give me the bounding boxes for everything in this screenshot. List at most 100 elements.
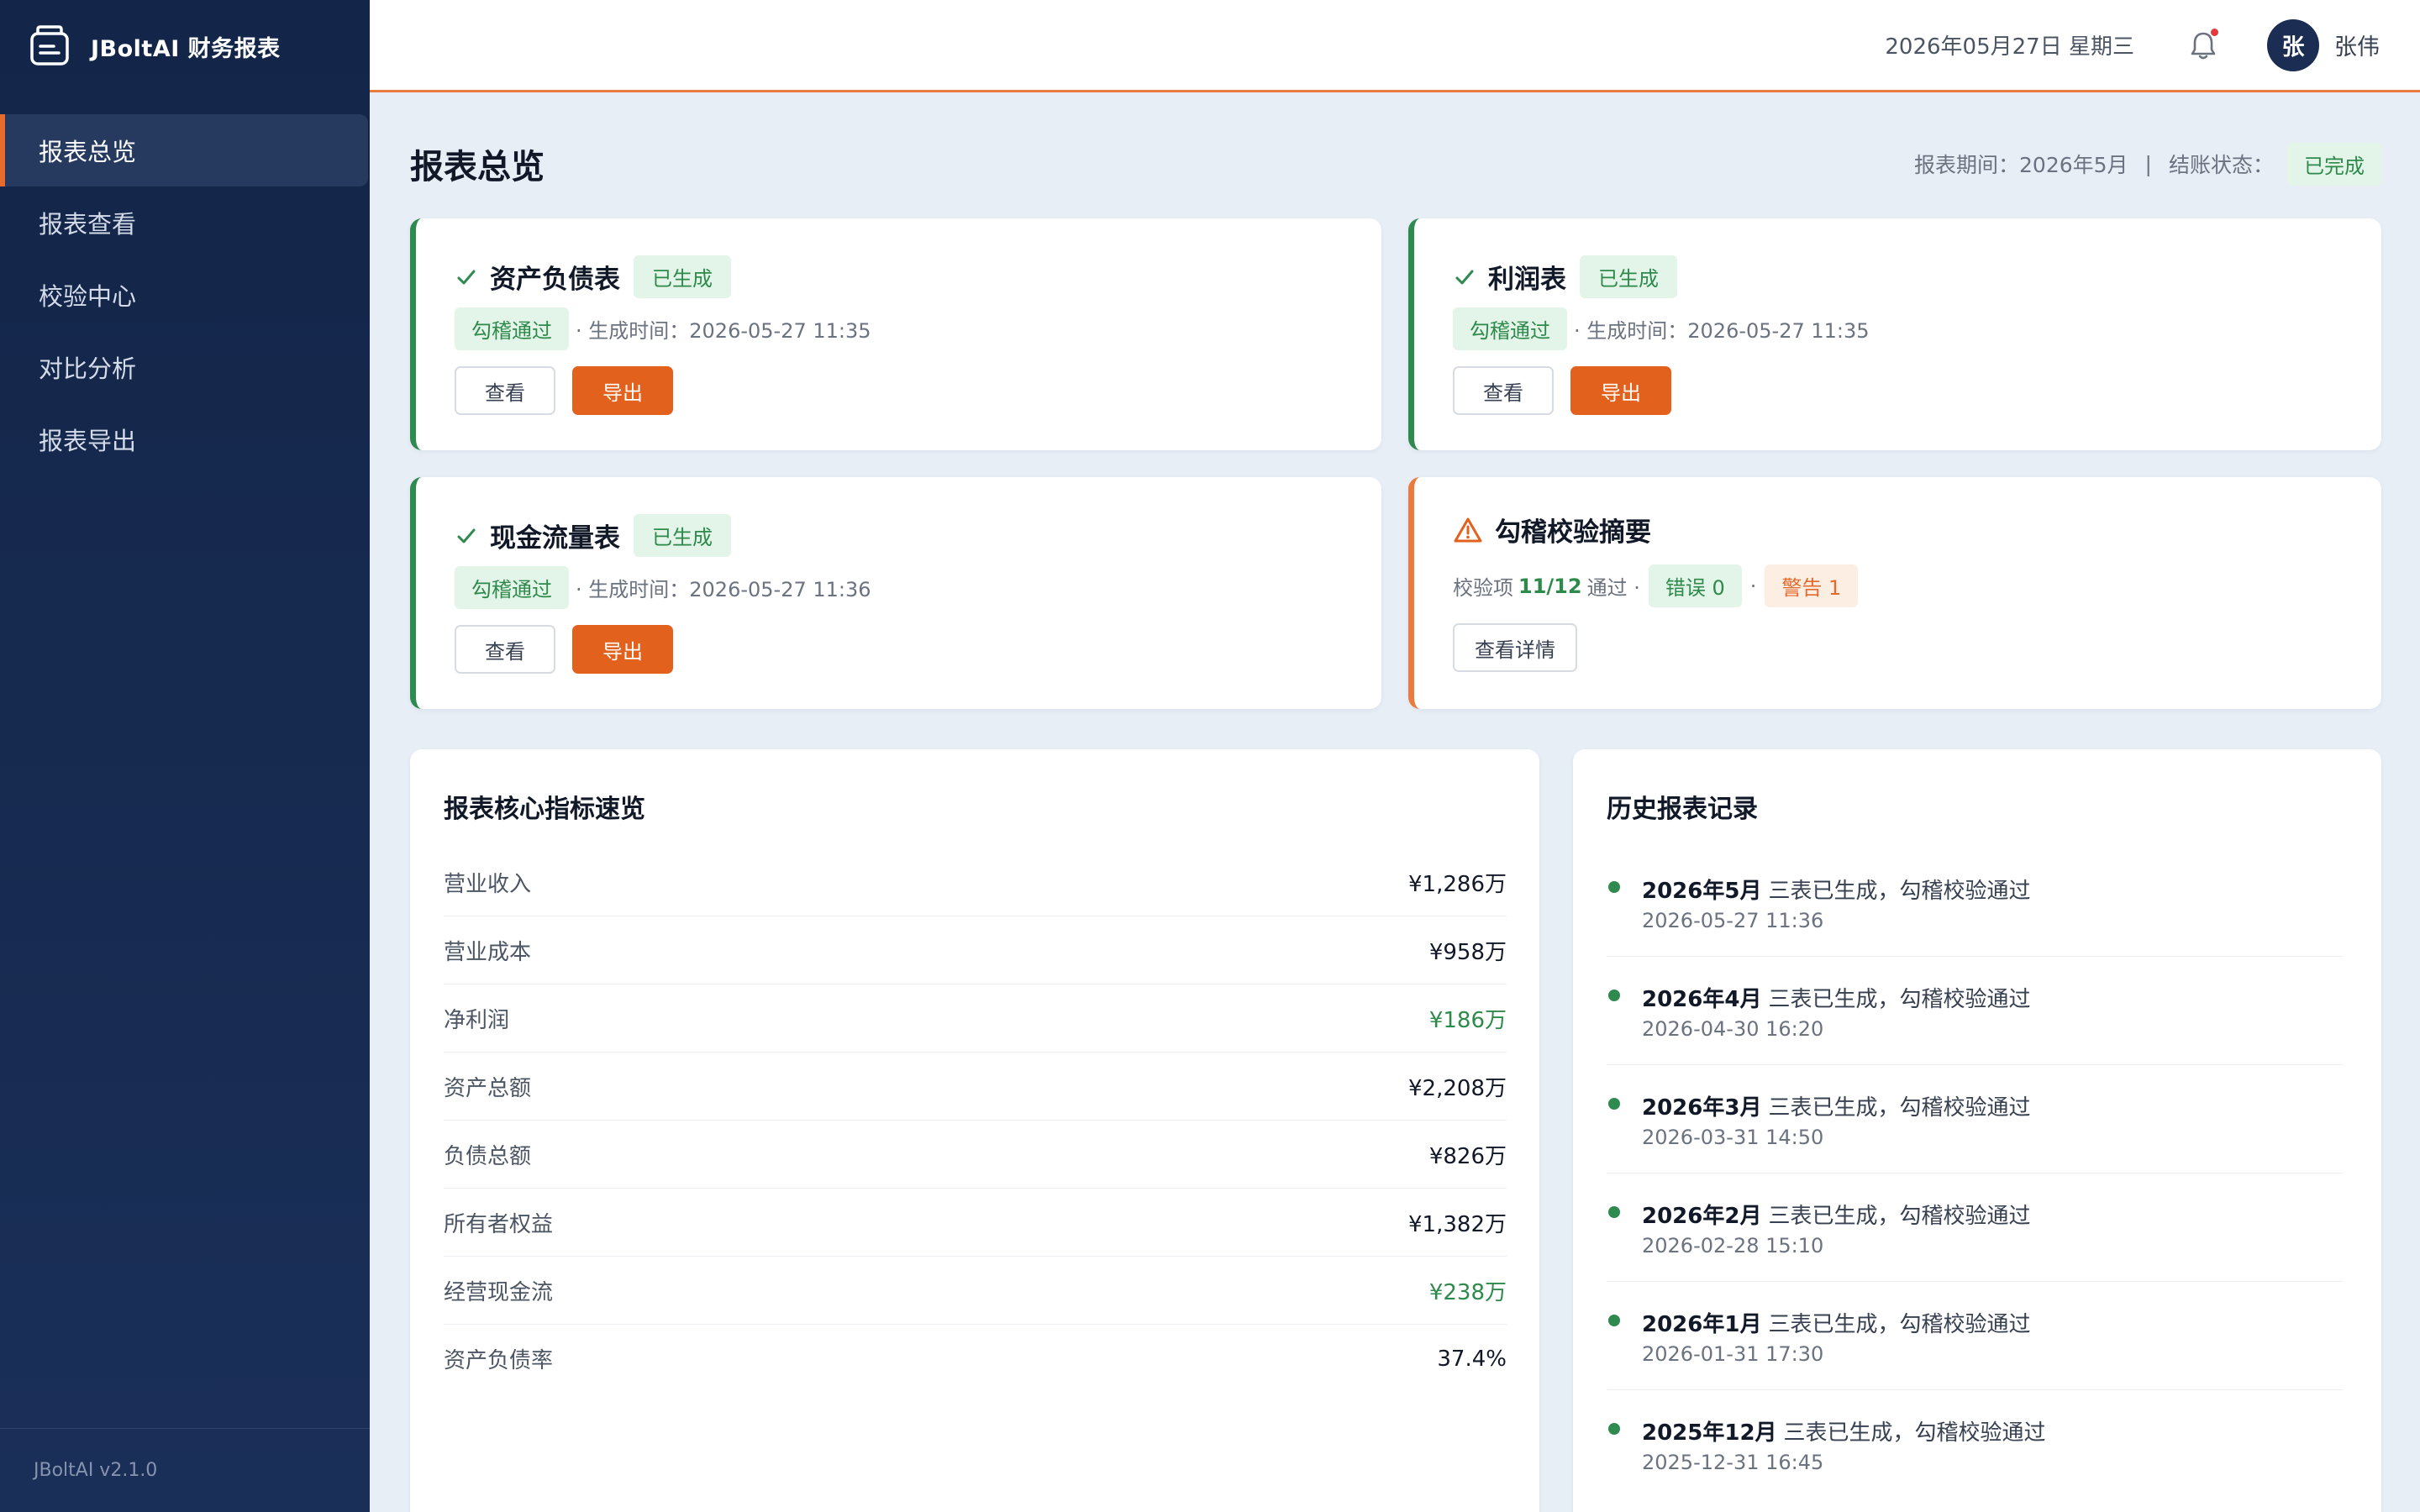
- sidebar-item-compare[interactable]: 对比分析: [0, 331, 368, 403]
- page-header: 报表总览 报表期间： 2026年5月 | 结账状态： 已完成: [410, 139, 2381, 189]
- metric-label: 资产总额: [444, 1075, 532, 1101]
- check-pass-badge: 勾稽通过: [1453, 307, 1567, 350]
- history-period: 2026年5月: [1642, 879, 1762, 904]
- metric-label: 经营现金流: [444, 1279, 554, 1305]
- card-title: 勾稽校验摘要: [1495, 517, 1651, 548]
- status-dot: [1608, 1098, 1620, 1110]
- export-button[interactable]: 导出: [572, 625, 673, 674]
- history-item[interactable]: 2026年3月 三表已生成，勾稽校验通过 2026-03-31 14:50: [1607, 1065, 2343, 1173]
- check-count: 11/12: [1518, 574, 1582, 598]
- history-time: 2025-12-31 16:45: [1642, 1451, 1824, 1474]
- report-logo-icon: [30, 25, 69, 66]
- history-item[interactable]: 2025年12月 三表已生成，勾稽校验通过 2025-12-31 16:45: [1607, 1390, 2343, 1499]
- metric-value: ¥958万: [1428, 939, 1507, 965]
- warning-count-badge: 警告 1: [1765, 564, 1859, 607]
- status-badge: 已完成: [2287, 142, 2381, 186]
- sidebar-item-view[interactable]: 报表查看: [0, 186, 368, 259]
- sidebar-item-validation[interactable]: 校验中心: [0, 259, 368, 331]
- metric-row: 资产负债率 37.4%: [444, 1325, 1507, 1393]
- brand-title: JBoltAI 财务报表: [91, 35, 281, 62]
- history-time: 2026-03-31 14:50: [1642, 1126, 1824, 1149]
- sidebar-item-overview[interactable]: 报表总览: [0, 114, 368, 186]
- dot-separator: ·: [1749, 574, 1757, 598]
- generated-badge: 已生成: [634, 255, 731, 298]
- metric-row: 所有者权益 ¥1,382万: [444, 1189, 1507, 1257]
- notification-dot: [2211, 28, 2218, 36]
- status-dot: [1608, 1206, 1620, 1218]
- panel-title: 报表核心指标速览: [444, 795, 645, 824]
- card-title: 利润表: [1488, 265, 1566, 295]
- metric-value: ¥2,208万: [1408, 1075, 1507, 1101]
- sidebar: JBoltAI 财务报表 报表总览 报表查看 校验中心 对比分析 报表导出 JB…: [0, 0, 370, 1512]
- status-label: 结账状态：: [2168, 153, 2274, 177]
- history-time: 2026-05-27 11:36: [1642, 909, 1824, 932]
- history-item[interactable]: 2026年5月 三表已生成，勾稽校验通过 2026-05-27 11:36: [1607, 848, 2343, 957]
- metric-row: 资产总额 ¥2,208万: [444, 1053, 1507, 1121]
- view-details-button[interactable]: 查看详情: [1453, 623, 1577, 672]
- metric-label: 营业收入: [444, 871, 532, 897]
- metric-label: 营业成本: [444, 939, 532, 965]
- metric-value: 37.4%: [1437, 1346, 1507, 1372]
- header-date: 2026年05月27日 星期三: [1885, 34, 2134, 60]
- history-item[interactable]: 2026年1月 三表已生成，勾稽校验通过 2026-01-31 17:30: [1607, 1282, 2343, 1390]
- metric-label: 负债总额: [444, 1143, 532, 1169]
- report-card-balance-sheet: 资产负债表 已生成 勾稽通过 · 生成时间：2026-05-27 11:35 查…: [410, 218, 1381, 450]
- metric-label: 净利润: [444, 1007, 510, 1033]
- metric-row: 净利润 ¥186万: [444, 984, 1507, 1053]
- sidebar-item-export[interactable]: 报表导出: [0, 403, 368, 475]
- notification-button[interactable]: [2186, 28, 2220, 62]
- history-panel: 历史报表记录 2026年5月 三表已生成，勾稽校验通过 2026-05-27 11…: [1573, 749, 2381, 1512]
- history-time: 2026-02-28 15:10: [1642, 1234, 1824, 1257]
- generated-badge: 已生成: [1580, 255, 1677, 298]
- warning-icon: [1454, 517, 1482, 542]
- export-button[interactable]: 导出: [1570, 366, 1671, 415]
- metric-list: 营业收入 ¥1,286万 营业成本 ¥958万 净利润 ¥186万 资产总额 ¥…: [444, 848, 1507, 1393]
- history-desc: 三表已生成，勾稽校验通过: [1768, 1312, 2031, 1337]
- metric-label: 资产负债率: [444, 1348, 554, 1373]
- user-name[interactable]: 张伟: [2334, 29, 2380, 61]
- status-dot: [1608, 1423, 1620, 1435]
- brand[interactable]: JBoltAI 财务报表: [0, 0, 370, 92]
- metric-row: 经营现金流 ¥238万: [444, 1257, 1507, 1325]
- sidebar-nav: 报表总览 报表查看 校验中心 对比分析 报表导出: [0, 114, 370, 475]
- view-button[interactable]: 查看: [1453, 366, 1554, 415]
- history-item[interactable]: 2026年4月 三表已生成，勾稽校验通过 2026-04-30 16:20: [1607, 957, 2343, 1065]
- metric-value: ¥186万: [1428, 1007, 1507, 1033]
- period-label: 报表期间：: [1914, 153, 2020, 177]
- card-title: 现金流量表: [490, 523, 620, 554]
- app-root: JBoltAI 财务报表 报表总览 报表查看 校验中心 对比分析 报表导出 JB…: [0, 0, 2420, 1512]
- history-desc: 三表已生成，勾稽校验通过: [1768, 987, 2031, 1012]
- metric-value: ¥1,382万: [1408, 1211, 1507, 1237]
- metric-value: ¥238万: [1428, 1279, 1507, 1305]
- card-title: 资产负债表: [490, 265, 620, 295]
- history-period: 2026年3月: [1642, 1095, 1762, 1121]
- period-value: 2026年5月: [2019, 153, 2128, 177]
- history-desc: 三表已生成，勾稽校验通过: [1768, 1204, 2031, 1229]
- metric-row: 营业成本 ¥958万: [444, 916, 1507, 984]
- view-button[interactable]: 查看: [455, 625, 555, 674]
- status-dot: [1608, 1315, 1620, 1326]
- error-count-badge: 错误 0: [1648, 564, 1742, 607]
- view-button[interactable]: 查看: [455, 366, 555, 415]
- export-button[interactable]: 导出: [572, 366, 673, 415]
- history-item[interactable]: 2026年2月 三表已生成，勾稽校验通过 2026-02-28 15:10: [1607, 1173, 2343, 1282]
- history-desc: 三表已生成，勾稽校验通过: [1783, 1420, 2046, 1446]
- history-period: 2025年12月: [1642, 1420, 1777, 1446]
- check-icon: [457, 528, 476, 543]
- history-period: 2026年2月: [1642, 1204, 1762, 1229]
- check-prefix: 校验项: [1453, 576, 1513, 600]
- metric-row: 负债总额 ¥826万: [444, 1121, 1507, 1189]
- avatar[interactable]: 张: [2267, 18, 2319, 71]
- generated-badge: 已生成: [634, 514, 731, 557]
- version-label: JBoltAI v2.1.0: [0, 1428, 370, 1512]
- history-desc: 三表已生成，勾稽校验通过: [1768, 879, 2031, 904]
- period-separator: |: [2144, 151, 2152, 176]
- top-header: 2026年05月27日 星期三 张 张伟: [370, 0, 2420, 92]
- generated-time: · 生成时间：2026-05-27 11:35: [1574, 319, 1870, 343]
- history-time: 2026-01-31 17:30: [1642, 1342, 1824, 1366]
- page-title: 报表总览: [410, 148, 544, 186]
- check-pass-badge: 勾稽通过: [455, 566, 569, 609]
- history-period: 2026年4月: [1642, 987, 1762, 1012]
- history-time: 2026-04-30 16:20: [1642, 1017, 1824, 1041]
- check-icon: [1455, 270, 1474, 284]
